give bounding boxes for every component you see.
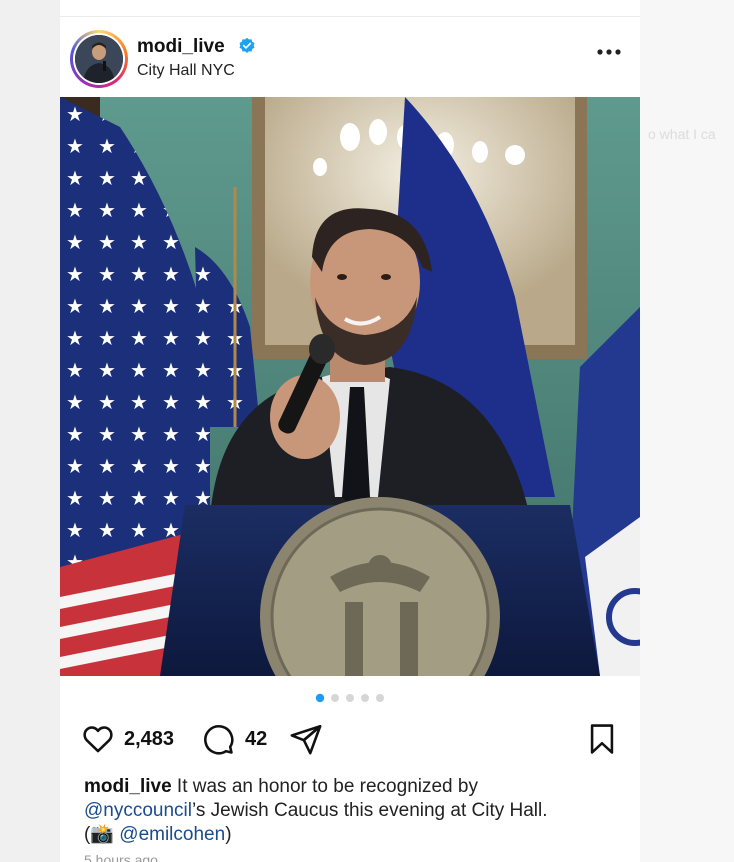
divider [60, 16, 640, 17]
carousel-dots [315, 693, 384, 703]
heart-icon[interactable] [80, 722, 116, 756]
post-location[interactable]: City Hall NYC [137, 62, 235, 80]
like-count[interactable]: 2,483 [124, 728, 174, 751]
camera-icon: 📸 [90, 824, 114, 845]
post-image[interactable]: ★ [60, 97, 640, 676]
verified-badge-icon [239, 37, 255, 54]
post-header: modi_live City Hall NYC [60, 28, 640, 90]
bookmark-icon[interactable] [584, 722, 620, 756]
post-caption: modi_live It was an honor to be recogniz… [84, 775, 624, 847]
post-timestamp: 5 hours ago [84, 852, 158, 862]
post-username[interactable]: modi_live [137, 36, 225, 58]
post-actions: 2,483 42 [60, 720, 640, 760]
comment-count[interactable]: 42 [245, 728, 267, 751]
more-icon[interactable] [596, 44, 622, 60]
caption-text: ’s Jewish Caucus this evening at City Ha… [192, 800, 548, 821]
caption-paren: ) [225, 824, 232, 845]
share-icon[interactable] [288, 722, 324, 756]
caption-text: It was an honor to be recognized by [171, 776, 478, 797]
avatar[interactable] [70, 30, 128, 88]
background-left-panel [0, 0, 60, 862]
comment-icon[interactable] [200, 722, 236, 756]
mention-emilcohen[interactable]: @emilcohen [119, 824, 225, 845]
background-partial-text: o what I ca [648, 126, 716, 142]
post-card: modi_live City Hall NYC 2,483 42 modi_li… [60, 0, 640, 862]
mention-nyccouncil[interactable]: @nyccouncil [84, 800, 192, 821]
caption-username[interactable]: modi_live [84, 776, 172, 797]
